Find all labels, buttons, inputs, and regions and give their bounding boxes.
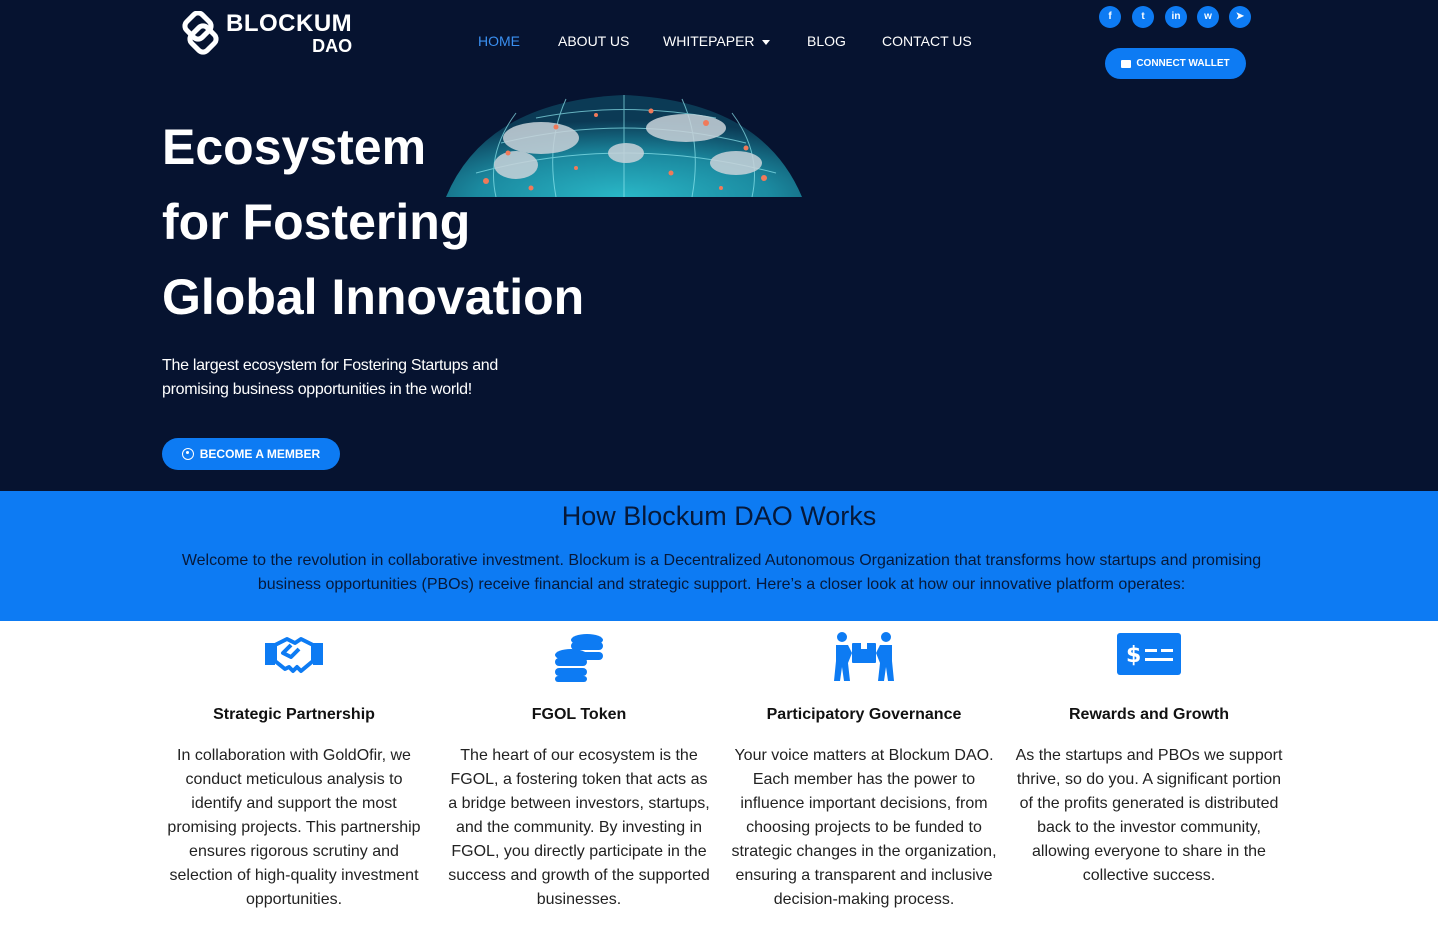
linkedin-icon[interactable]: in (1165, 6, 1187, 28)
connect-wallet-button[interactable]: CONNECT WALLET (1105, 48, 1246, 79)
feature-text: As the startups and PBOs we support thri… (1015, 747, 1283, 884)
whatsapp-icon[interactable]: w (1197, 6, 1219, 28)
hero-title-line-1: Ecosystem (162, 119, 427, 175)
become-member-label: BECOME A MEMBER (199, 447, 321, 461)
hero-title-line-3: Global Innovation (162, 269, 585, 325)
hero-title: Ecosystem for Fostering Global Innovatio… (162, 110, 584, 335)
facebook-icon[interactable]: f (1099, 6, 1121, 28)
svg-text:$: $ (1126, 643, 1141, 668)
coins-icon (444, 631, 714, 683)
user-circle-icon (181, 448, 194, 460)
chevron-down-icon (761, 39, 770, 45)
nav-home[interactable]: HOME (478, 31, 520, 51)
feature-text: Your voice matters at Blockum DAO. Each … (731, 747, 997, 908)
feature-title: FGOL Token (531, 706, 627, 723)
nav-blog[interactable]: BLOG (807, 31, 846, 51)
twitter-icon[interactable]: t (1132, 6, 1154, 28)
nav-whitepaper[interactable]: WHITEPAPER (663, 31, 770, 51)
nav-contact-us[interactable]: CONTACT US (882, 31, 972, 51)
feature-title: Rewards and Growth (1068, 706, 1230, 723)
how-it-works-text: Welcome to the revolution in collaborati… (181, 552, 1262, 593)
nav-about-us[interactable]: ABOUT US (558, 31, 629, 51)
hero-title-line-2: for Fostering (162, 194, 471, 250)
feature-text: The heart of our ecosystem is the FGOL, … (448, 747, 710, 908)
feature-title: Strategic Partnership (213, 706, 375, 723)
telegram-icon[interactable]: ➤ (1229, 6, 1251, 28)
people-carry-icon (729, 631, 999, 683)
wallet-icon (1121, 59, 1132, 68)
become-member-button[interactable]: BECOME A MEMBER (162, 438, 340, 470)
feature-title: Participatory Governance (766, 706, 962, 723)
logo[interactable]: BLOCKUM DAO (178, 8, 352, 58)
nav-whitepaper-label: WHITEPAPER (663, 33, 755, 49)
feature-text: In collaboration with GoldOfir, we condu… (167, 747, 421, 908)
logo-mark-icon (178, 10, 222, 55)
connect-wallet-label: CONNECT WALLET (1136, 58, 1230, 69)
how-it-works-title: How Blockum DAO Works (561, 501, 877, 531)
handshake-icon (159, 631, 429, 683)
logo-text-primary: BLOCKUM (226, 9, 353, 37)
hero-subtitle: The largest ecosystem for Fostering Star… (162, 357, 498, 398)
logo-text-secondary: DAO (312, 35, 353, 56)
money-check-icon: $ (1014, 631, 1284, 683)
